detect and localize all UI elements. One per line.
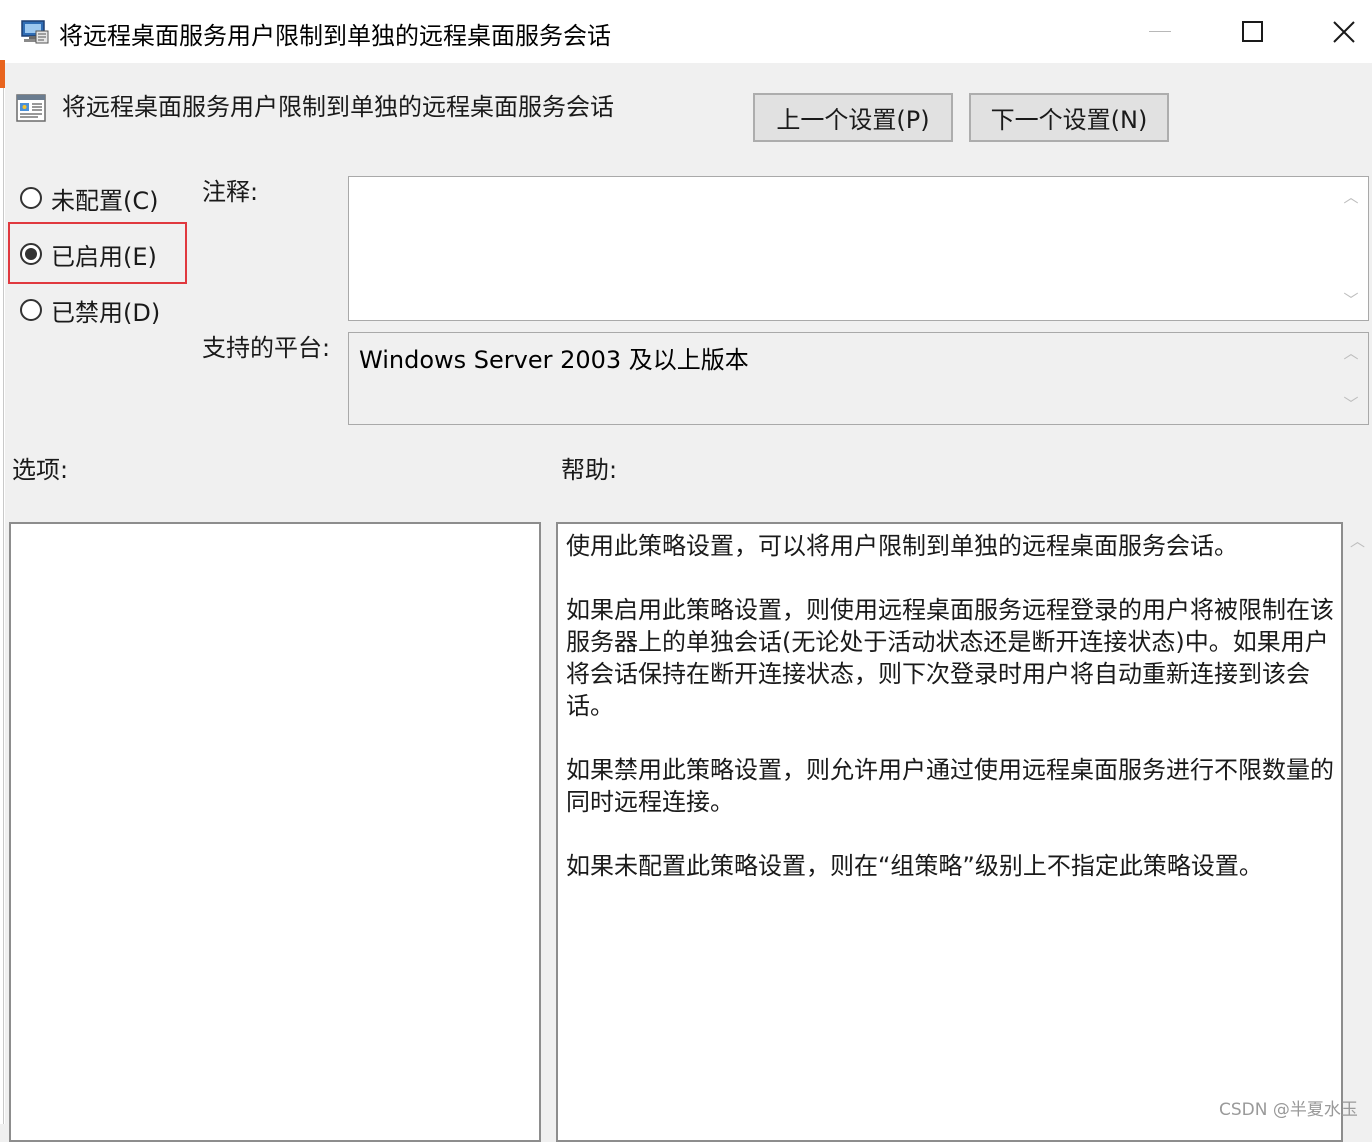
watermark: CSDN @半夏水玉 <box>1219 1100 1358 1120</box>
maximize-button[interactable] <box>1205 0 1299 63</box>
close-icon <box>1333 20 1355 43</box>
window-title: 将远程桌面服务用户限制到单独的远程桌面服务会话 <box>59 22 611 50</box>
background-divider <box>3 88 4 1124</box>
maximize-icon <box>1241 21 1263 42</box>
background-window-edge <box>0 0 5 1124</box>
radio-circle[interactable] <box>20 299 42 321</box>
radio-label: 已禁用(D) <box>51 298 161 327</box>
background-app-accent <box>0 60 5 88</box>
comment-label: 注释: <box>202 178 259 206</box>
radio-circle[interactable] <box>20 187 42 209</box>
help-text: 使用此策略设置，可以将用户限制到单独的远程桌面服务会话。 如果启用此策略设置，则… <box>566 530 1341 914</box>
radio-not-configured[interactable]: 未配置(C) <box>20 181 158 215</box>
supported-platform-field: Windows Server 2003 及以上版本 ︿ ﹀ <box>348 332 1369 425</box>
minimize-icon <box>1149 31 1171 32</box>
group-policy-computer-icon <box>19 18 49 46</box>
help-paragraph: 使用此策略设置，可以将用户限制到单独的远程桌面服务会话。 <box>566 532 1238 560</box>
help-paragraph: 如果禁用此策略设置，则允许用户通过使用远程桌面服务进行不限数量的同时远程连接。 <box>566 756 1334 816</box>
comment-scrollbar[interactable]: ︿ ﹀ <box>1334 177 1368 320</box>
chevron-up-icon[interactable]: ︿ <box>1343 530 1372 551</box>
chevron-down-icon[interactable]: ﹀ <box>1334 394 1368 414</box>
previous-setting-button[interactable]: 上一个设置(P) <box>753 93 953 142</box>
title-bar[interactable]: 将远程桌面服务用户限制到单独的远程桌面服务会话 <box>5 0 1372 63</box>
radio-label: 未配置(C) <box>51 186 159 215</box>
chevron-up-icon[interactable]: ︿ <box>1334 343 1368 363</box>
policy-setting-icon <box>16 93 47 123</box>
options-panel <box>9 522 541 1142</box>
comment-textarea[interactable]: ︿ ﹀ <box>348 176 1369 321</box>
chevron-up-icon[interactable]: ︿ <box>1334 187 1368 207</box>
help-label: 帮助: <box>561 456 618 484</box>
minimize-button[interactable] <box>1113 0 1207 63</box>
radio-disabled[interactable]: 已禁用(D) <box>20 293 160 327</box>
chevron-down-icon[interactable]: ﹀ <box>1334 290 1368 310</box>
options-label: 选项: <box>12 456 69 484</box>
help-paragraph: 如果未配置此策略设置，则在“组策略”级别上不指定此策略设置。 <box>566 852 1263 880</box>
annotation-highlight-box <box>8 222 187 284</box>
next-setting-button[interactable]: 下一个设置(N) <box>969 93 1169 142</box>
supported-platform-label: 支持的平台: <box>202 334 331 362</box>
help-panel[interactable]: 使用此策略设置，可以将用户限制到单独的远程桌面服务会话。 如果启用此策略设置，则… <box>556 522 1343 1142</box>
supported-platform-value: Windows Server 2003 及以上版本 <box>359 346 749 374</box>
help-paragraph: 如果启用此策略设置，则使用远程桌面服务远程登录的用户将被限制在该服务器上的单独会… <box>566 596 1334 720</box>
close-button[interactable] <box>1297 0 1372 63</box>
platform-scrollbar[interactable]: ︿ ﹀ <box>1334 333 1368 424</box>
policy-title: 将远程桌面服务用户限制到单独的远程桌面服务会话 <box>62 93 614 121</box>
